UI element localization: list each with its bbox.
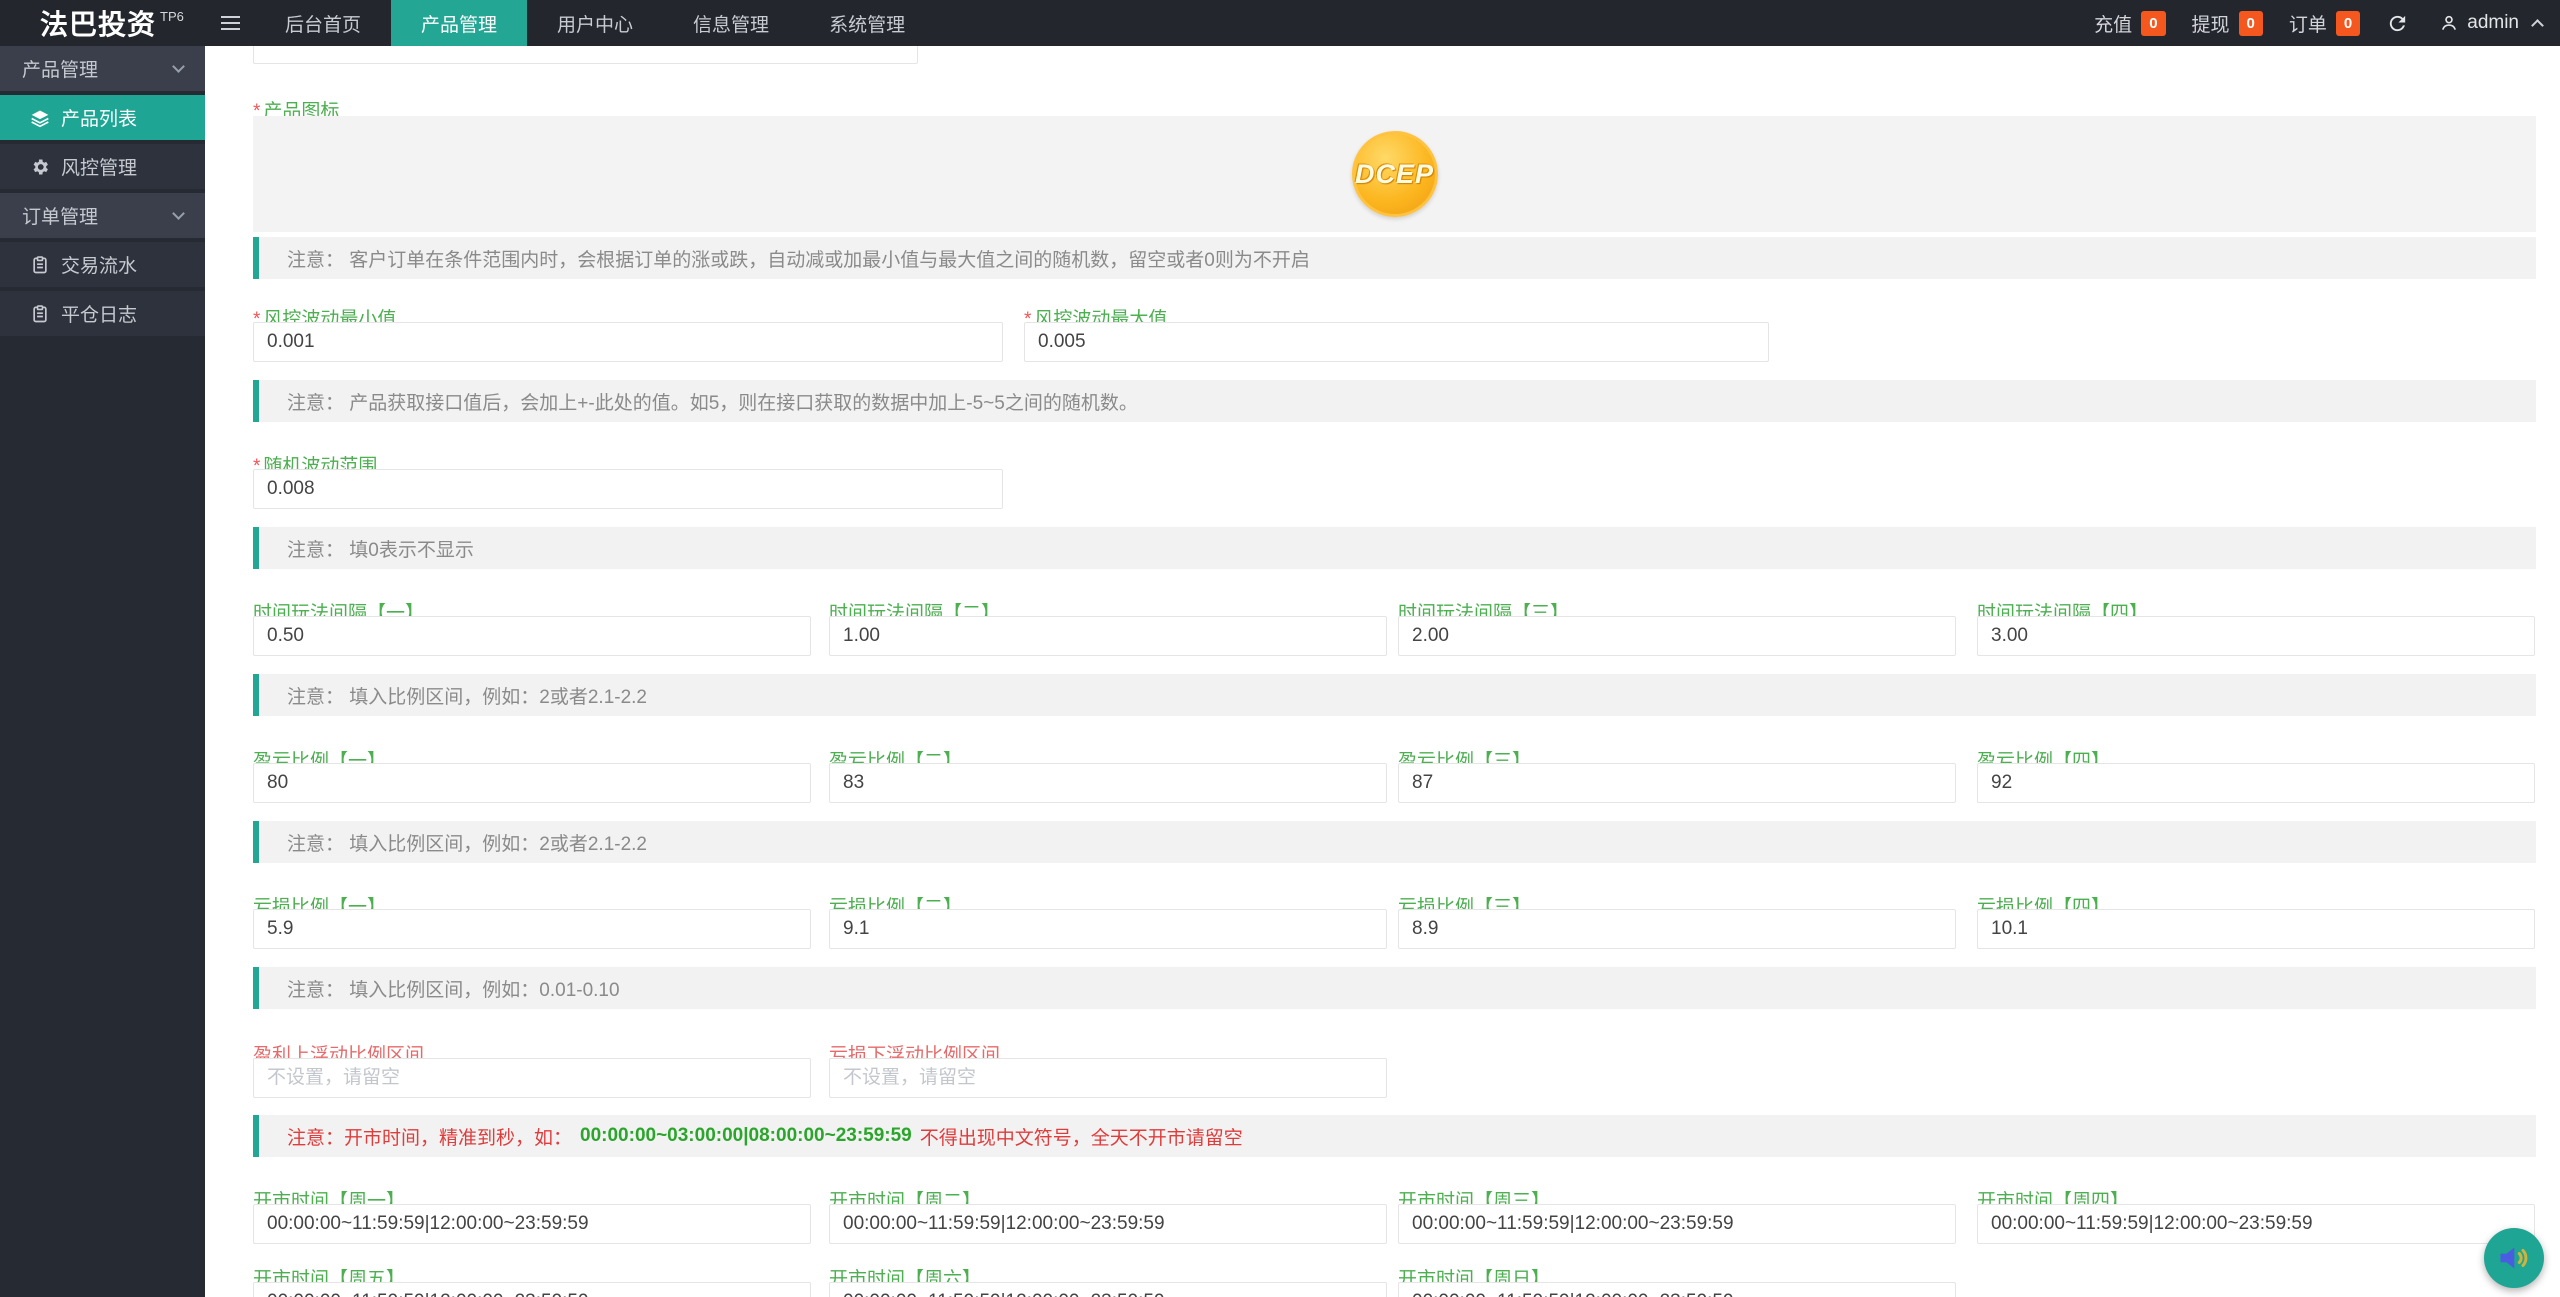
gear-icon [33,159,48,174]
loss-ratio-1-input[interactable] [253,909,811,949]
loss-ratio-4-input[interactable] [1977,909,2535,949]
sidebar-item-label: 风控管理 [61,158,138,179]
sidebar-item-product-list[interactable]: 产品列表 [0,95,205,140]
note-market-time: 注意：开市时间，精准到秒，如： 00:00:00~03:00:00|08:00:… [253,1115,2536,1157]
tab-product-management[interactable]: 产品管理 [391,0,528,46]
open-time-sat-input[interactable] [829,1282,1387,1297]
username: admin [2467,12,2519,33]
order-badge: 0 [2335,10,2361,36]
app-logo: 法巴投资 TP6 [0,0,205,46]
withdraw-badge: 0 [2238,10,2263,36]
sidebar-item-label: 交易流水 [61,256,138,277]
navbar-right: 充值 0 提现 0 订单 0 admin [2094,0,2560,46]
sidebar: 产品管理 产品列表 风控管理 订单管理 交易流水 平仓日志 [0,46,205,1297]
sidebar-group-label: 订单管理 [22,207,99,228]
sidebar-group-product-management[interactable]: 产品管理 [0,46,205,91]
open-time-fri-input[interactable] [253,1282,811,1297]
profit-ratio-3-input[interactable] [1398,763,1956,803]
open-time-thu-input[interactable] [1977,1204,2535,1244]
product-edit-form: 产品图标 DCEP 注意： 客户订单在条件范围内时，会根据订单的涨或跌，自动减或… [205,46,2560,1297]
profit-ratio-2-input[interactable] [829,763,1387,803]
sidebar-group-label: 产品管理 [22,60,99,81]
profit-float-input[interactable] [253,1058,811,1098]
note-ratio-example-2: 注意： 填入比例区间，例如：2或者2.1-2.2 [253,821,2536,863]
tab-dashboard[interactable]: 后台首页 [255,0,391,46]
note-order-random: 注意： 客户订单在条件范围内时，会根据订单的涨或跌，自动减或加最小值与最大值之间… [253,237,2536,279]
order-counter[interactable]: 订单 0 [2288,10,2361,37]
risk-min-input[interactable] [253,322,1003,362]
note-ratio-example-1: 注意： 填入比例区间，例如：2或者2.1-2.2 [253,674,2536,716]
sound-fab-button[interactable] [2484,1228,2544,1288]
truncated-top-input[interactable] [253,46,918,64]
note-ratio-example-3: 注意： 填入比例区间，例如：0.01-0.10 [253,967,2536,1009]
recharge-badge: 0 [2141,10,2166,36]
refresh-icon[interactable] [2386,12,2409,35]
random-range-input[interactable] [253,469,1003,509]
chevron-up-icon [2531,18,2544,32]
sidebar-item-label: 产品列表 [61,109,138,130]
recharge-counter[interactable]: 充值 0 [2094,10,2166,37]
sidebar-item-risk-management[interactable]: 风控管理 [0,144,205,189]
tab-info-management[interactable]: 信息管理 [663,0,799,46]
tab-system-management[interactable]: 系统管理 [799,0,935,46]
sidebar-item-transaction-flow[interactable]: 交易流水 [0,242,205,287]
coin-text: DCEP [1354,158,1434,189]
clipboard-icon [33,255,47,273]
loss-ratio-2-input[interactable] [829,909,1387,949]
note-api-offset: 注意： 产品获取接口值后，会加上+-此处的值。如5，则在接口获取的数据中加上-5… [253,380,2536,422]
open-time-mon-input[interactable] [253,1204,811,1244]
layers-icon [31,110,49,127]
profit-ratio-1-input[interactable] [253,763,811,803]
admin-page: 法巴投资 TP6 后台首页 产品管理 用户中心 信息管理 系统管理 充值 0 提… [0,0,2560,1297]
withdraw-counter[interactable]: 提现 0 [2192,10,2263,37]
sidebar-item-label: 平仓日志 [61,305,138,326]
speaker-icon [2500,1247,2528,1269]
risk-max-input[interactable] [1024,322,1769,362]
time-interval-4-input[interactable] [1977,616,2535,656]
hamburger-icon[interactable] [205,0,255,46]
open-time-wed-input[interactable] [1398,1204,1956,1244]
tab-user-center[interactable]: 用户中心 [527,0,663,46]
product-coin-image: DCEP [1351,131,1438,217]
user-icon [2442,15,2457,30]
profit-ratio-4-input[interactable] [1977,763,2535,803]
user-menu[interactable]: admin [2439,12,2544,34]
time-interval-2-input[interactable] [829,616,1387,656]
loss-float-input[interactable] [829,1058,1387,1098]
open-time-tue-input[interactable] [829,1204,1387,1244]
chevron-down-icon [172,207,185,220]
loss-ratio-3-input[interactable] [1398,909,1956,949]
open-time-sun-input[interactable] [1398,1282,1956,1297]
order-label: 订单 [2288,14,2327,36]
chevron-down-icon [172,60,185,73]
recharge-label: 充值 [2094,14,2133,36]
main-nav-tabs: 后台首页 产品管理 用户中心 信息管理 系统管理 [255,0,935,46]
app-logo-version: TP6 [160,8,184,24]
top-navbar: 法巴投资 TP6 后台首页 产品管理 用户中心 信息管理 系统管理 充值 0 提… [0,0,2560,46]
clipboard-icon [33,304,47,322]
app-logo-text: 法巴投资 [40,9,157,40]
product-icon-upload-area[interactable]: DCEP [253,116,2536,232]
time-interval-3-input[interactable] [1398,616,1956,656]
time-interval-1-input[interactable] [253,616,811,656]
note-zero-hidden: 注意： 填0表示不显示 [253,527,2536,569]
withdraw-label: 提现 [2191,14,2230,36]
sidebar-group-order-management[interactable]: 订单管理 [0,193,205,238]
sidebar-item-close-position-log[interactable]: 平仓日志 [0,291,205,336]
